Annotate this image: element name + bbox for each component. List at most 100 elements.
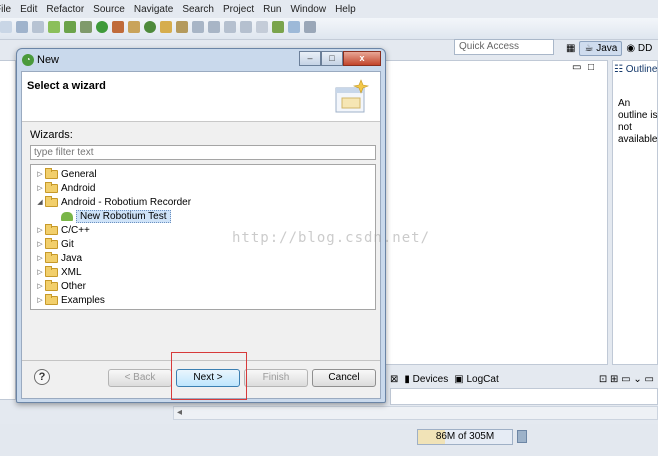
close-button[interactable]: x [343, 51, 381, 66]
folder-icon [45, 181, 58, 193]
toggle-mark-icon[interactable] [272, 21, 284, 33]
tree-item-general[interactable]: ▷ General [35, 167, 97, 181]
tree-item-examples[interactable]: ▷ Examples [35, 293, 105, 307]
collapsed-arrow-icon[interactable]: ▷ [35, 296, 45, 304]
folder-icon [45, 279, 58, 291]
prev-annotation-icon[interactable] [208, 21, 220, 33]
back-button[interactable]: < Back [108, 369, 172, 387]
view-toolbar-icons[interactable]: ⊡ ⊞ ▭ ⌄ ▭ [599, 374, 654, 385]
wizard-banner: Select a wizard [22, 72, 380, 122]
open-type-icon[interactable] [160, 21, 172, 33]
perspective-java[interactable]: ☕ Java [579, 40, 623, 56]
new-class-icon[interactable] [144, 21, 156, 33]
new-java-project-icon[interactable] [128, 21, 140, 33]
android-wizard-icon [61, 211, 73, 221]
print-icon[interactable] [32, 21, 44, 33]
menu-edit[interactable]: Edit [20, 4, 37, 18]
minimize-button[interactable]: – [299, 51, 321, 66]
debug-icon[interactable] [80, 21, 92, 33]
menu-refactor[interactable]: Refactor [46, 4, 84, 18]
menu-source[interactable]: Source [93, 4, 125, 18]
tree-item-android-robotium-recorder[interactable]: ◢ Android - Robotium Recorder [35, 195, 191, 209]
folder-icon [45, 265, 58, 277]
menu-window[interactable]: Window [290, 4, 326, 18]
new-icon[interactable] [0, 21, 12, 33]
collapsed-arrow-icon[interactable]: ▷ [35, 184, 45, 192]
tree-item-new-robotium-test[interactable]: New Robotium Test [61, 209, 171, 223]
main-toolbar [0, 18, 658, 40]
pin-editor-icon[interactable] [256, 21, 268, 33]
menu-bar: File Edit Refactor Source Navigate Searc… [0, 4, 658, 18]
back-icon[interactable] [224, 21, 236, 33]
finish-button[interactable]: Finish [244, 369, 308, 387]
next-button-highlight [171, 352, 247, 400]
menu-file[interactable]: File [0, 4, 11, 18]
folder-icon [45, 237, 58, 249]
tree-item-git[interactable]: ▷ Git [35, 237, 74, 251]
menu-project[interactable]: Project [223, 4, 254, 18]
tree-item-other[interactable]: ▷ Other [35, 279, 86, 293]
devices-tab[interactable]: ▮ Devices [404, 374, 448, 385]
search-icon[interactable] [176, 21, 188, 33]
maximize-icon[interactable]: □ [588, 62, 594, 73]
quick-access-field[interactable]: Quick Access [454, 39, 554, 55]
heap-status[interactable]: 86M of 305M [417, 429, 513, 445]
tree-item-android[interactable]: ▷ Android [35, 181, 95, 195]
android-sdk-icon[interactable] [48, 21, 60, 33]
dialog-titlebar[interactable]: ◔ New – □ x [17, 49, 385, 71]
wizard-tree[interactable]: ▷ General ▷ Android ◢ Android - Robotium… [30, 164, 376, 310]
logcat-tab[interactable]: ▣ LogCat [454, 374, 498, 385]
collapsed-arrow-icon[interactable]: ▷ [35, 240, 45, 248]
menu-search[interactable]: Search [182, 4, 214, 18]
folder-open-icon [45, 195, 58, 207]
external-tools-icon[interactable] [112, 21, 124, 33]
garbage-collect-icon[interactable] [517, 430, 527, 443]
scroll-left-icon[interactable]: ◂ [177, 407, 182, 418]
pen-icon[interactable] [304, 21, 316, 33]
avd-manager-icon[interactable] [64, 21, 76, 33]
menu-run[interactable]: Run [263, 4, 281, 18]
folder-icon [45, 251, 58, 263]
expanded-arrow-icon[interactable]: ◢ [35, 198, 45, 206]
tree-item-c-cpp[interactable]: ▷ C/C++ [35, 223, 90, 237]
horizontal-scrollbar[interactable]: ◂ [173, 406, 658, 420]
cancel-button[interactable]: Cancel [312, 369, 376, 387]
collapsed-arrow-icon[interactable]: ▷ [35, 254, 45, 262]
outline-tab[interactable]: ☷ Outline [614, 64, 657, 75]
folder-icon [45, 167, 58, 179]
dialog-body: Select a wizard Wizards: ▷ General ▷ And… [21, 71, 381, 399]
collapsed-arrow-icon[interactable]: ▷ [35, 268, 45, 276]
menu-help[interactable]: Help [335, 4, 356, 18]
bottom-view-tabs: ⊠ ▮ Devices ▣ LogCat ⊡ ⊞ ▭ ⌄ ▭ [390, 370, 658, 388]
minimize-icon[interactable]: ▭ [572, 62, 581, 73]
dialog-title: New [37, 54, 60, 66]
wizard-filter-input[interactable] [30, 145, 376, 160]
new-wizard-dialog: ◔ New – □ x Select a wizard Wizards: ▷ G… [16, 48, 386, 403]
collapsed-arrow-icon[interactable]: ▷ [35, 226, 45, 234]
bottom-view-content [390, 388, 658, 405]
collapsed-arrow-icon[interactable]: ▷ [35, 170, 45, 178]
close-icon[interactable]: ⊠ [390, 374, 398, 385]
run-icon[interactable] [96, 21, 108, 33]
save-icon[interactable] [16, 21, 28, 33]
perspective-ddms[interactable]: ◉ DD [626, 43, 652, 54]
folder-icon [45, 223, 58, 235]
wizards-label: Wizards: [30, 129, 73, 141]
package-explorer [0, 60, 16, 400]
folder-icon [45, 293, 58, 305]
perspective-switcher: ▦ ☕ Java ◉ DD [566, 39, 652, 57]
banner-heading: Select a wizard [27, 80, 106, 92]
eclipse-icon: ◔ [22, 54, 34, 66]
outline-message: An outline is not available. [618, 98, 658, 145]
help-button[interactable]: ? [34, 369, 50, 385]
collapsed-arrow-icon[interactable]: ▷ [35, 282, 45, 290]
menu-navigate[interactable]: Navigate [134, 4, 173, 18]
status-bar [0, 424, 658, 456]
next-annotation-icon[interactable] [192, 21, 204, 33]
task-icon[interactable] [288, 21, 300, 33]
tree-item-xml[interactable]: ▷ XML [35, 265, 82, 279]
maximize-button[interactable]: □ [321, 51, 343, 66]
open-perspective-icon[interactable]: ▦ [566, 43, 575, 54]
forward-icon[interactable] [240, 21, 252, 33]
tree-item-java[interactable]: ▷ Java [35, 251, 82, 265]
